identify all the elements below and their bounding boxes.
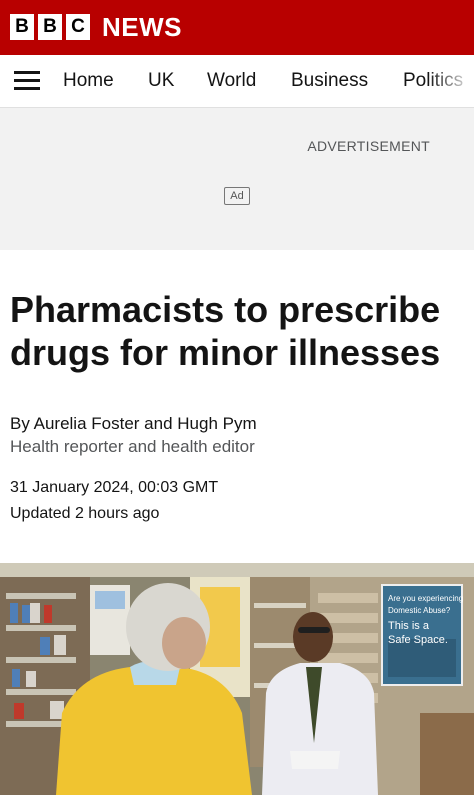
hamburger-menu-icon[interactable]: [14, 71, 40, 91]
nav-item-uk[interactable]: UK: [148, 70, 174, 92]
nav-bar: Home UK World Business Politics: [0, 55, 474, 108]
bbc-logo-block: B: [10, 14, 34, 40]
publish-date: 31 January 2024, 00:03 GMT: [10, 479, 219, 496]
bbc-logo[interactable]: B B C: [10, 14, 90, 40]
advertisement-label: ADVERTISEMENT: [307, 138, 430, 154]
bbc-logo-block: B: [38, 14, 62, 40]
photo-sign-line: Are you experiencing: [388, 594, 463, 603]
nav-item-world[interactable]: World: [207, 70, 256, 92]
nav-item-home[interactable]: Home: [63, 70, 114, 92]
nav-item-business[interactable]: Business: [291, 70, 368, 92]
author-role: Health reporter and health editor: [10, 437, 255, 456]
news-wordmark[interactable]: NEWS: [102, 12, 182, 43]
advertisement-slot[interactable]: ADVERTISEMENT Ad: [0, 108, 474, 250]
bbc-logo-block: C: [66, 14, 90, 40]
article-photo[interactable]: Are you experiencing Domestic Abuse? Thi…: [0, 563, 474, 795]
ad-badge[interactable]: Ad: [224, 187, 250, 205]
photo-sign-line: This is a: [388, 620, 430, 632]
photo-sign-line: Domestic Abuse?: [388, 606, 451, 615]
article-headline: Pharmacists to prescribe drugs for minor…: [10, 289, 441, 373]
masthead: B B C NEWS: [0, 0, 474, 55]
nav-fade: [428, 55, 474, 107]
photo-sign-line: Safe Space.: [388, 634, 448, 646]
article-byline: By Aurelia Foster and Hugh Pym: [10, 414, 257, 433]
updated-time: Updated 2 hours ago: [10, 505, 160, 522]
